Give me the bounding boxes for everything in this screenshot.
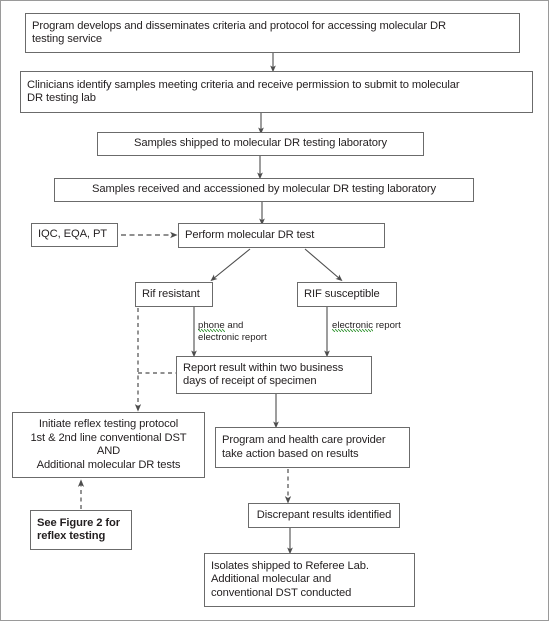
node-discrepant-results: Discrepant results identified — [248, 503, 400, 528]
edge-label-phone-spellcheck: phone — [198, 320, 225, 332]
node-samples-shipped: Samples shipped to molecular DR testing … — [97, 132, 424, 156]
node-initiate-reflex-line-1: Initiate reflex testing protocol — [38, 418, 179, 430]
node-initiate-reflex-line-4: Additional molecular DR tests — [36, 458, 181, 471]
node-program-action-line-2: take action based on results — [222, 447, 359, 460]
connector-perform-to-rif-susceptible — [304, 248, 343, 282]
node-report-result-line-2: days of receipt of specimen — [183, 375, 317, 387]
node-iqc-eqa-pt-line-1: IQC, EQA, PT — [38, 228, 108, 241]
node-samples-shipped-line-1: Samples shipped to molecular DR testing … — [133, 137, 388, 150]
node-perform-test: Perform molecular DR test — [178, 223, 385, 248]
node-program-action-line-1: Program and health care provider — [222, 434, 386, 446]
node-samples-received-line-1: Samples received and accessioned by mole… — [91, 183, 437, 196]
node-program-criteria-line-1: Program develops and disseminates criter… — [32, 19, 447, 32]
node-rif-susceptible-line-1: RIF susceptible — [304, 287, 380, 300]
connector-perform-to-rif-resistant — [210, 248, 251, 282]
edge-label-electronic-rest: report — [373, 320, 401, 331]
node-clinicians-identify-line-2: DR testing lab — [27, 92, 96, 104]
node-program-action: Program and health care provider take ac… — [215, 427, 410, 468]
node-perform-test-line-1: Perform molecular DR test — [185, 228, 315, 241]
edge-label-phone-report: phone and electronic report — [198, 320, 267, 343]
node-iqc-eqa-pt: IQC, EQA, PT — [31, 223, 118, 247]
node-report-result-line-1: Report result within two business — [183, 361, 344, 374]
node-rif-susceptible: RIF susceptible — [297, 282, 397, 307]
edge-label-phone-line-2: electronic report — [198, 331, 267, 343]
node-isolates-shipped: Isolates shipped to Referee Lab. Additio… — [204, 553, 415, 607]
node-see-figure-2-line-2: reflex testing — [37, 530, 106, 542]
node-isolates-shipped-line-3: conventional DST conducted — [211, 586, 352, 599]
edge-label-electronic-report: electronic report — [332, 320, 401, 332]
node-isolates-shipped-line-1: Isolates shipped to Referee Lab. — [211, 559, 369, 572]
node-discrepant-results-line-1: Discrepant results identified — [256, 508, 392, 521]
node-clinicians-identify: Clinicians identify samples meeting crit… — [20, 71, 533, 113]
flowchart-figure: Program develops and disseminates criter… — [0, 0, 550, 622]
edge-label-electronic-spellcheck: electronic — [332, 320, 374, 332]
node-program-criteria-line-2: testing service — [32, 33, 103, 45]
node-report-result: Report result within two business days o… — [176, 356, 372, 394]
node-see-figure-2-line-1: See Figure 2 for — [37, 516, 120, 529]
node-initiate-reflex-line-3: AND — [96, 445, 121, 457]
node-program-criteria: Program develops and disseminates criter… — [25, 13, 520, 53]
node-clinicians-identify-line-1: Clinicians identify samples meeting crit… — [27, 78, 460, 91]
node-rif-resistant: Rif resistant — [135, 282, 213, 307]
node-initiate-reflex: Initiate reflex testing protocol 1st & 2… — [12, 412, 205, 478]
node-rif-resistant-line-1: Rif resistant — [142, 287, 200, 300]
node-see-figure-2: See Figure 2 for reflex testing — [30, 510, 132, 550]
node-isolates-shipped-line-2: Additional molecular and — [211, 573, 332, 586]
edge-label-phone-rest: and — [224, 320, 244, 331]
node-samples-received: Samples received and accessioned by mole… — [54, 178, 474, 202]
node-initiate-reflex-line-2: 1st & 2nd line conventional DST — [30, 431, 187, 444]
